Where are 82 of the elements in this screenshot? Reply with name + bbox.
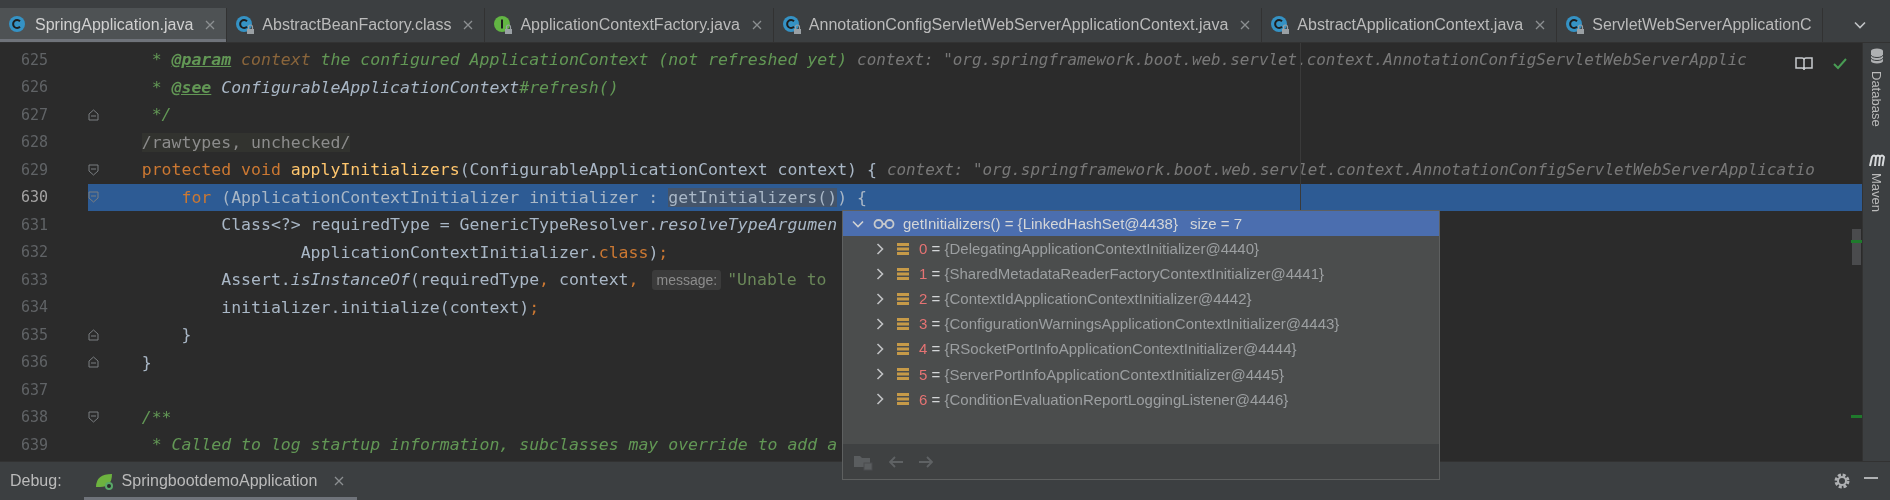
- field-icon: [896, 241, 910, 256]
- close-icon[interactable]: [1534, 19, 1547, 31]
- line-number: 634: [19, 298, 48, 317]
- code-text: }: [140, 352, 152, 372]
- variable-text[interactable]: 1 = {SharedMetadataReaderFactoryContextInitializer@4441}: [919, 265, 1325, 283]
- editor-tab[interactable]: AbstractApplicationContext.java: [1262, 8, 1558, 42]
- code-text: initializer.initialize(context);: [220, 297, 540, 317]
- line-number: 636: [19, 353, 48, 372]
- code-text: ApplicationContextInitializer.class);: [299, 242, 669, 262]
- editor-tab[interactable]: AbstractBeanFactory.class: [227, 8, 486, 42]
- back-arrow-icon[interactable]: [887, 454, 905, 469]
- code-text: * @param context the configured ApplicationContext (not refreshed yet): [150, 50, 848, 70]
- variable-text: getInitializers() = {LinkedHashSet@4438} size = 7: [903, 215, 1243, 232]
- code-text: */: [150, 105, 172, 125]
- code-text: Class<?> requiredType = GenericTypeResolver.resolveTypeArgumen: [220, 215, 838, 235]
- variable-text[interactable]: 2 = {ContextIdApplicationContextInitializer@4442}: [919, 290, 1252, 308]
- code-text: /**: [140, 407, 172, 427]
- close-icon[interactable]: [204, 19, 217, 31]
- variable-text[interactable]: 3 = {ConfigurationWarningsApplicationContextInitializer@4443}: [919, 315, 1340, 333]
- popup-header-row[interactable]: getInitializers() = {LinkedHashSet@4438} size = 7: [843, 211, 1439, 236]
- tool-window-button[interactable]: Maven: [1867, 152, 1886, 212]
- line-number: 639: [19, 435, 48, 454]
- close-icon[interactable]: [462, 19, 475, 31]
- debug-session-tab[interactable]: SpringbootdemoApplication: [83, 462, 358, 500]
- variable-text[interactable]: 5 = {ServerPortInfoApplicationContextInitializer@4445}: [919, 365, 1285, 383]
- code-text: protected void applyInitializers(ConfigurableApplicationContext context) {: [140, 160, 877, 180]
- line-number: 632: [19, 243, 48, 262]
- fold-icon[interactable]: [88, 411, 99, 424]
- inline-value-hint: context: "org.springframework.boot.web.servlet.context.AnnotationConfigServletWebServerApplic: [857, 50, 1747, 70]
- code-text: /rawtypes, unchecked/: [140, 132, 351, 152]
- field-icon: [896, 266, 910, 281]
- inline-value-hint: context: "org.springframework.boot.web.servlet.context.AnnotationConfigServletWebServerApplicatio: [886, 160, 1815, 180]
- fold-end-icon[interactable]: [88, 356, 99, 369]
- tool-window-button[interactable]: Database: [1868, 47, 1885, 127]
- code-text: * Called to log startup information, subclasses may override to add a: [150, 435, 838, 455]
- line-number: 625: [19, 50, 48, 69]
- field-icon: [896, 367, 910, 381]
- line-number: 629: [19, 160, 48, 179]
- field-icon: [896, 316, 910, 331]
- check-icon[interactable]: [1832, 57, 1848, 71]
- fold-end-icon[interactable]: [88, 328, 99, 341]
- debug-label: Debug:: [10, 472, 62, 490]
- code-text: for (ApplicationContextInitializer initializer : getInitializers()) {: [180, 187, 867, 207]
- parameter-hint: message:: [652, 269, 722, 290]
- fold-end-icon[interactable]: [88, 108, 99, 121]
- line-number: 638: [19, 408, 48, 427]
- line-number: 635: [19, 325, 48, 344]
- settings-icon[interactable]: [1832, 471, 1852, 491]
- variable-text[interactable]: 6 = {ConditionEvaluationReportLoggingListener@4446}: [919, 390, 1289, 408]
- variable-text[interactable]: 0 = {DelegatingApplicationContextInitializer@4440}: [919, 240, 1260, 258]
- scrollbar-thumb[interactable]: [1852, 229, 1861, 265]
- line-number: 628: [19, 133, 48, 152]
- change-marker[interactable]: [1851, 415, 1862, 418]
- line-number: 627: [19, 105, 48, 124]
- editor-tab[interactable]: SpringApplication.java: [0, 8, 228, 42]
- editor-tab[interactable]: AnnotationConfigServletWebServerApplicationContext.java: [773, 8, 1263, 42]
- line-number: 631: [19, 215, 48, 234]
- spring-leaf-icon: [93, 471, 116, 491]
- code-text: }: [180, 325, 192, 345]
- close-icon[interactable]: [1239, 19, 1252, 31]
- line-number: 637: [19, 380, 48, 399]
- database-icon: [1868, 47, 1885, 65]
- code-text: * @see ConfigurableApplicationContext#refresh(): [150, 77, 619, 97]
- maven-icon: [1867, 152, 1886, 167]
- field-icon: [896, 392, 910, 407]
- book-icon[interactable]: [1795, 56, 1813, 72]
- editor-tab[interactable]: ApplicationContextFactory.java: [485, 8, 774, 42]
- change-marker[interactable]: [1851, 240, 1862, 243]
- code-text: Assert.isInstanceOf(requiredType, context,: [220, 270, 639, 290]
- glasses-icon: [873, 217, 895, 230]
- editor-tab[interactable]: ServletWebServerApplicationC: [1557, 8, 1823, 42]
- forward-arrow-icon[interactable]: [917, 454, 935, 469]
- field-icon: [896, 341, 910, 356]
- code-text: "Unable to: [727, 270, 827, 290]
- close-icon[interactable]: [750, 19, 763, 31]
- field-icon: [896, 291, 910, 306]
- line-number: 630: [19, 188, 48, 207]
- line-number: 633: [19, 270, 48, 289]
- close-icon[interactable]: [333, 475, 346, 487]
- line-number: 626: [19, 78, 48, 97]
- variable-text[interactable]: 4 = {RSocketPortInfoApplicationContextInitializer@4444}: [919, 340, 1297, 358]
- fold-icon[interactable]: [88, 163, 99, 176]
